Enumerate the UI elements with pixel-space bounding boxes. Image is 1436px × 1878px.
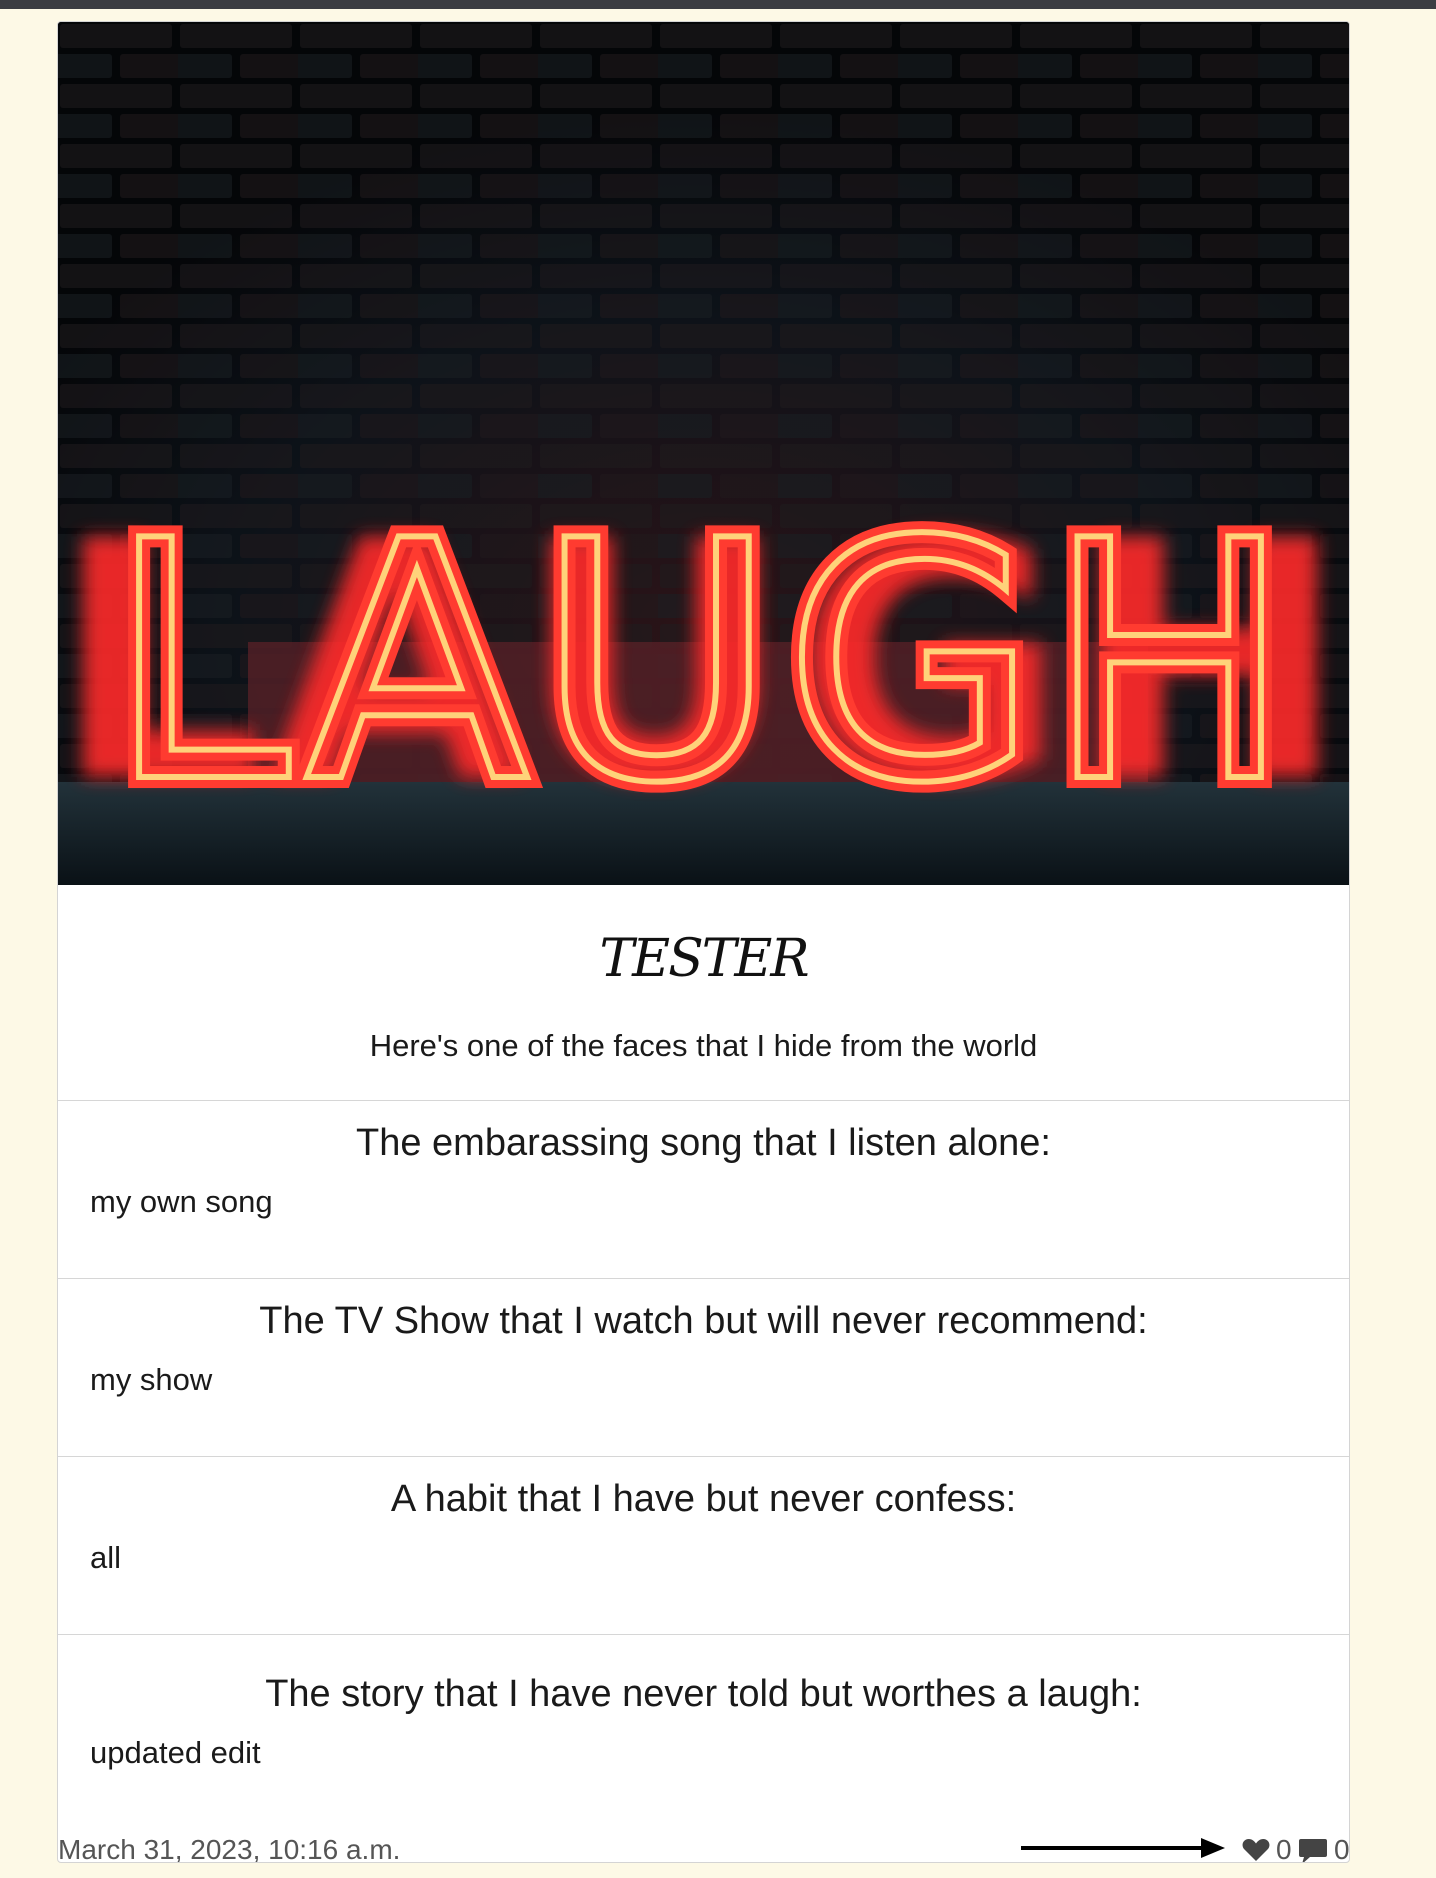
answer-text: all	[90, 1540, 122, 1575]
question-text: The TV Show that I watch but will never …	[259, 1300, 1148, 1342]
post-image: LAUGH LAUGH LAUGH	[58, 22, 1349, 885]
neon-laugh-image: LAUGH LAUGH LAUGH	[58, 22, 1349, 885]
right-arrow-icon[interactable]	[1021, 1836, 1225, 1860]
question-text: A habit that I have but never confess:	[390, 1478, 1017, 1520]
answer-text: my own song	[90, 1184, 273, 1219]
answer-text: my show	[90, 1362, 213, 1397]
comment-count: 0	[1334, 1834, 1350, 1863]
qa-item: A habit that I have but never confess: a…	[58, 1457, 1349, 1635]
qa-item: The story that I have never told but wor…	[58, 1635, 1349, 1834]
post-date: March 31, 2023, 10:16 a.m.	[58, 1834, 401, 1863]
like-count: 0	[1276, 1834, 1292, 1863]
qa-item: The TV Show that I watch but will never …	[58, 1279, 1349, 1457]
question-text: The embarassing song that I listen alone…	[356, 1122, 1051, 1164]
speech-bubble-icon[interactable]	[1298, 1838, 1328, 1863]
post-subtitle: Here's one of the faces that I hide from…	[369, 1028, 1038, 1063]
post-title: TESTER	[599, 929, 809, 989]
post-header: TESTER Here's one of the faces that I hi…	[58, 885, 1349, 1101]
top-bar	[0, 0, 1436, 9]
answer-text: updated edit	[90, 1735, 261, 1770]
post-footer: March 31, 2023, 10:16 a.m. 0 0	[58, 1834, 1350, 1863]
qa-item: The embarassing song that I listen alone…	[58, 1101, 1349, 1279]
heart-icon[interactable]	[1242, 1838, 1270, 1862]
post-card: LAUGH LAUGH LAUGH TESTER Here's one of t…	[57, 21, 1350, 1863]
question-text: The story that I have never told but wor…	[265, 1673, 1142, 1715]
svg-text:LAUGH: LAUGH	[107, 471, 1300, 855]
